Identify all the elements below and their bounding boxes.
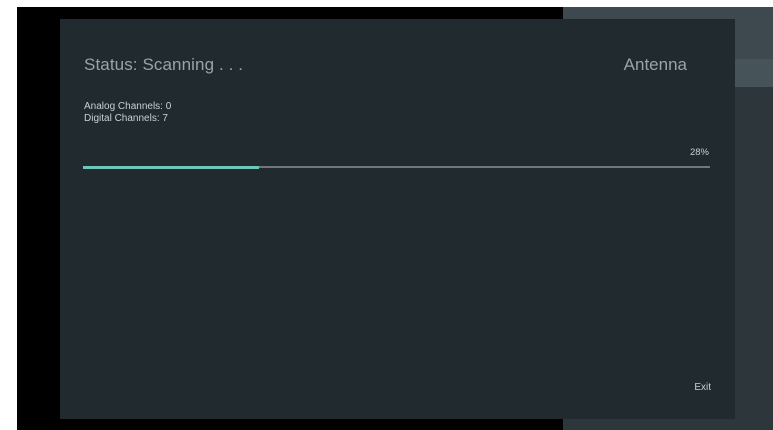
analog-channels-count: Analog Channels: 0 bbox=[84, 101, 172, 112]
channel-scan-dialog: Status: Scanning . . . Antenna Analog Ch… bbox=[60, 19, 735, 419]
channel-counts: Analog Channels: 0 Digital Channels: 7 bbox=[84, 101, 171, 125]
digital-channels-count: Digital Channels: 7 bbox=[84, 113, 168, 124]
scan-progress-fill bbox=[83, 165, 259, 169]
scan-progress-bar bbox=[83, 165, 710, 169]
exit-button[interactable]: Exit bbox=[694, 382, 711, 393]
tv-screen: Status: Scanning . . . Antenna Analog Ch… bbox=[17, 7, 773, 430]
scan-source-label: Antenna bbox=[623, 55, 687, 74]
progress-percent: 28% bbox=[689, 147, 709, 158]
scan-status-title: Status: Scanning . . . bbox=[84, 55, 244, 74]
